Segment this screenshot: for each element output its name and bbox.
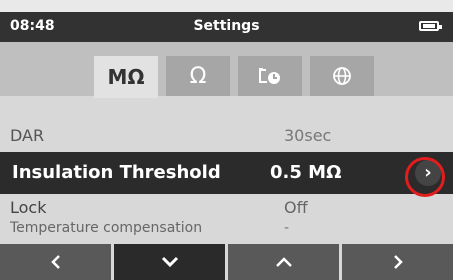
nav-left-button[interactable] — [0, 244, 111, 280]
setting-label: Lock — [10, 198, 47, 217]
tab-clock-settings[interactable] — [238, 56, 302, 96]
battery-full-icon — [419, 21, 442, 31]
setting-row-lock[interactable]: Lock Off — [0, 196, 453, 218]
nav-up-button[interactable] — [228, 244, 339, 280]
settings-list: DAR 30sec Insulation Threshold 0.5 MΩ › … — [0, 96, 453, 236]
device-screen: 08:48 Settings MΩ Ω DAR 30sec Insulation… — [0, 12, 453, 280]
setting-value: 0.5 MΩ — [270, 162, 342, 183]
tab-bar: MΩ Ω — [0, 42, 453, 98]
nav-right-button[interactable] — [342, 244, 453, 280]
chevron-up-icon — [275, 254, 293, 270]
tab-globe[interactable] — [310, 56, 374, 96]
tab-ohm[interactable]: Ω — [166, 56, 230, 96]
chevron-left-icon — [48, 254, 64, 270]
setting-row-dar[interactable]: DAR 30sec — [0, 96, 453, 152]
setting-value: - — [284, 220, 290, 236]
setting-row-temperature-compensation[interactable]: Temperature compensation - — [0, 218, 453, 240]
status-bar: 08:48 Settings — [0, 12, 453, 42]
highlight-callout-circle — [405, 157, 445, 197]
globe-icon — [332, 66, 352, 86]
chevron-right-icon — [390, 254, 406, 270]
setting-row-insulation-threshold[interactable]: Insulation Threshold 0.5 MΩ › — [0, 152, 453, 194]
setting-label: DAR — [10, 126, 45, 145]
setting-label: Insulation Threshold — [12, 162, 221, 183]
chevron-down-icon — [161, 254, 179, 270]
setting-value: Off — [284, 198, 308, 217]
tab-megaohm[interactable]: MΩ — [94, 56, 158, 98]
tab-ohm-label: Ω — [189, 63, 207, 89]
tab-megaohm-label: MΩ — [107, 65, 145, 89]
setting-value: 30sec — [284, 126, 332, 145]
setting-label: Temperature compensation — [10, 220, 203, 236]
clock-settings-icon — [257, 66, 283, 86]
navigation-bar — [0, 244, 453, 280]
nav-down-button[interactable] — [114, 244, 225, 280]
screen-title: Settings — [193, 18, 260, 34]
